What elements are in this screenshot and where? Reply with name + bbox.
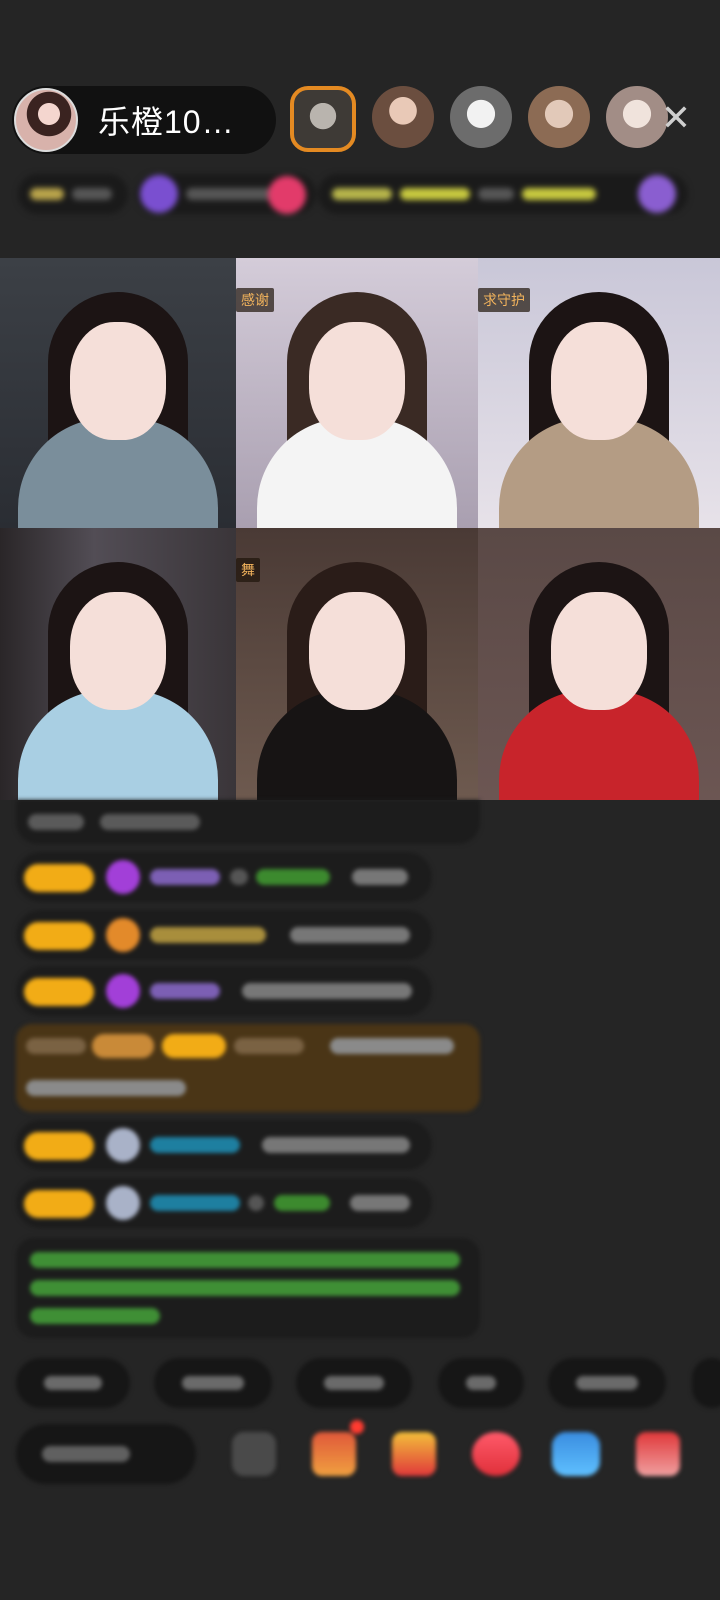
tile-tag: 感谢: [236, 288, 274, 312]
emoji-icon[interactable]: [232, 1432, 276, 1476]
stat-chip[interactable]: [18, 174, 128, 214]
tile-tag: 求守护: [478, 288, 530, 312]
quick-reply-chip[interactable]: [16, 1358, 130, 1408]
video-tile[interactable]: [0, 258, 236, 528]
top-viewers-list: [290, 86, 684, 152]
gift-icon[interactable]: [636, 1432, 680, 1476]
quick-reply-chip[interactable]: [438, 1358, 524, 1408]
chat-input[interactable]: [16, 1424, 196, 1484]
chat-message: [16, 1120, 432, 1170]
system-notice: [16, 1238, 480, 1338]
chat-message: [16, 910, 432, 960]
chat-message: [16, 800, 480, 844]
video-tile[interactable]: 求守护: [478, 258, 720, 528]
fan-club-icon[interactable]: [472, 1432, 520, 1476]
viewer-avatar[interactable]: [450, 86, 512, 148]
tile-tag: 舞: [236, 558, 260, 582]
video-tile[interactable]: 舞: [236, 528, 478, 800]
treasure-icon[interactable]: [392, 1432, 436, 1476]
rank-banner[interactable]: [318, 174, 688, 214]
viewer-avatar[interactable]: [372, 86, 434, 148]
follow-icon[interactable]: [268, 176, 306, 214]
notification-dot: [350, 1420, 364, 1434]
host-name: 乐橙10…: [98, 104, 235, 140]
close-icon[interactable]: ✕: [658, 100, 694, 136]
gift-box-icon[interactable]: [312, 1432, 356, 1476]
quick-reply-chip[interactable]: [154, 1358, 272, 1408]
chat-message: [16, 1178, 432, 1228]
message-icon[interactable]: [552, 1432, 600, 1476]
quick-reply-chip[interactable]: [692, 1358, 720, 1408]
quick-reply-chip[interactable]: [296, 1358, 412, 1408]
stats-row: [18, 172, 702, 218]
chat-message: [16, 966, 432, 1016]
host-avatar[interactable]: [14, 88, 78, 152]
video-tile[interactable]: [478, 528, 720, 800]
quick-reply-chip[interactable]: [548, 1358, 666, 1408]
multi-host-video-grid: 感谢 求守护 舞: [0, 258, 720, 800]
viewer-avatar-rank-1[interactable]: [290, 86, 356, 152]
video-tile[interactable]: 感谢: [236, 258, 478, 528]
video-tile[interactable]: [0, 528, 236, 800]
viewer-avatar[interactable]: [528, 86, 590, 148]
host-info-pill[interactable]: 乐橙10…: [12, 86, 276, 154]
chat-message: [16, 852, 432, 902]
chat-message-highlight: [16, 1024, 480, 1112]
